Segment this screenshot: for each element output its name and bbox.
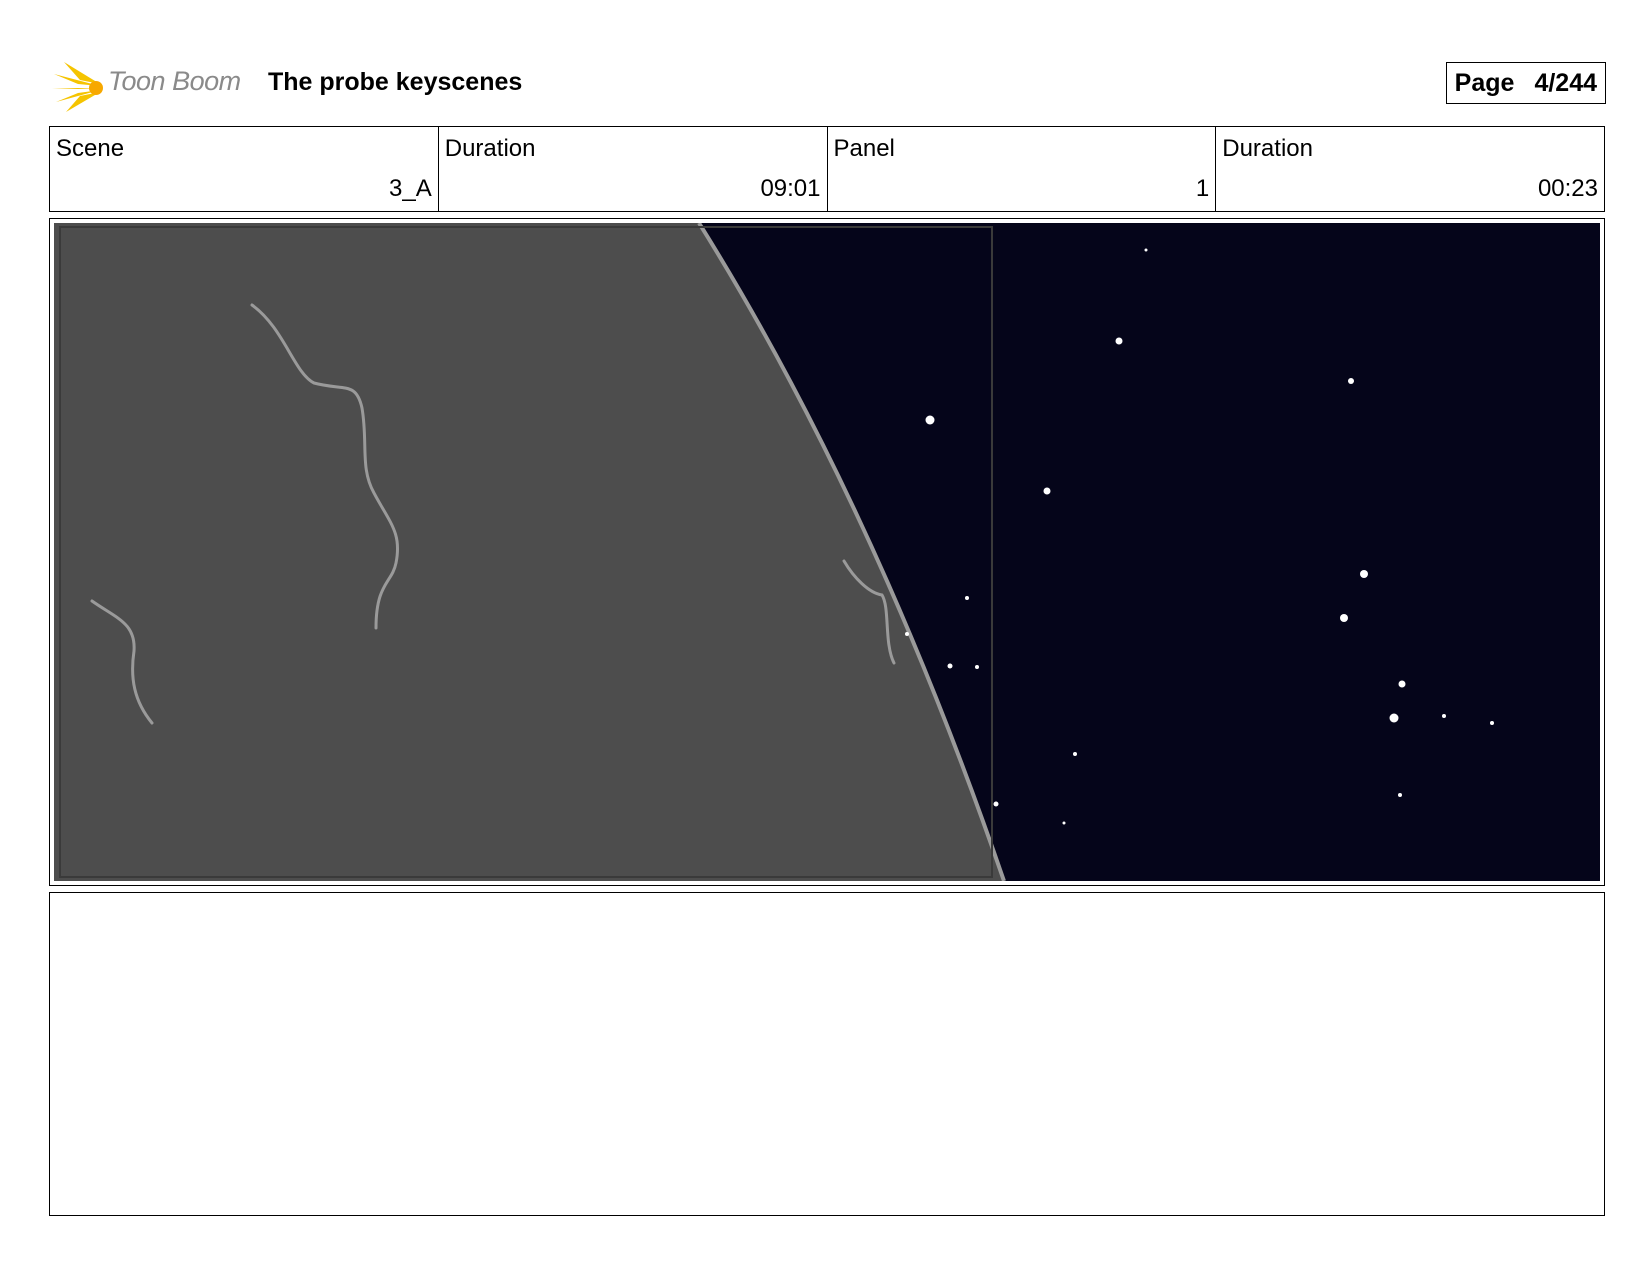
storyboard-panel-frame (49, 218, 1605, 886)
panel-duration-label: Duration (1222, 135, 1313, 162)
page-number: 4/244 (1534, 68, 1597, 97)
scene-duration-label: Duration (444, 135, 536, 162)
logo-text: Toon Boom (108, 66, 241, 96)
panel-value: 1 (1195, 175, 1210, 202)
panel-cell: Panel 1 (828, 127, 1217, 211)
panel-duration-cell: Duration 00:23 (1216, 127, 1604, 211)
panel-notes-area (49, 892, 1605, 1216)
scene-duration-cell: Duration 09:01 (439, 127, 828, 211)
page-header: Toon Boom The probe keyscenes Page 4/244 (50, 58, 1606, 112)
panel-label: Panel (833, 135, 895, 162)
toon-boom-logo: Toon Boom (50, 58, 250, 112)
document-title: The probe keyscenes (268, 68, 523, 96)
panel-duration-value: 00:23 (1537, 175, 1598, 202)
page-label: Page (1454, 68, 1515, 97)
panel-drawing (54, 223, 1600, 881)
scene-label: Scene (56, 135, 125, 162)
logo-burst-icon (52, 62, 103, 112)
scene-cell: Scene 3_A (50, 127, 439, 211)
scene-value: 3_A (389, 175, 432, 202)
scene-duration-value: 09:01 (760, 175, 821, 202)
page-indicator: Page 4/244 (1445, 62, 1606, 104)
scene-info-table: Scene 3_A Duration 09:01 Panel 1 Duratio… (49, 126, 1605, 212)
